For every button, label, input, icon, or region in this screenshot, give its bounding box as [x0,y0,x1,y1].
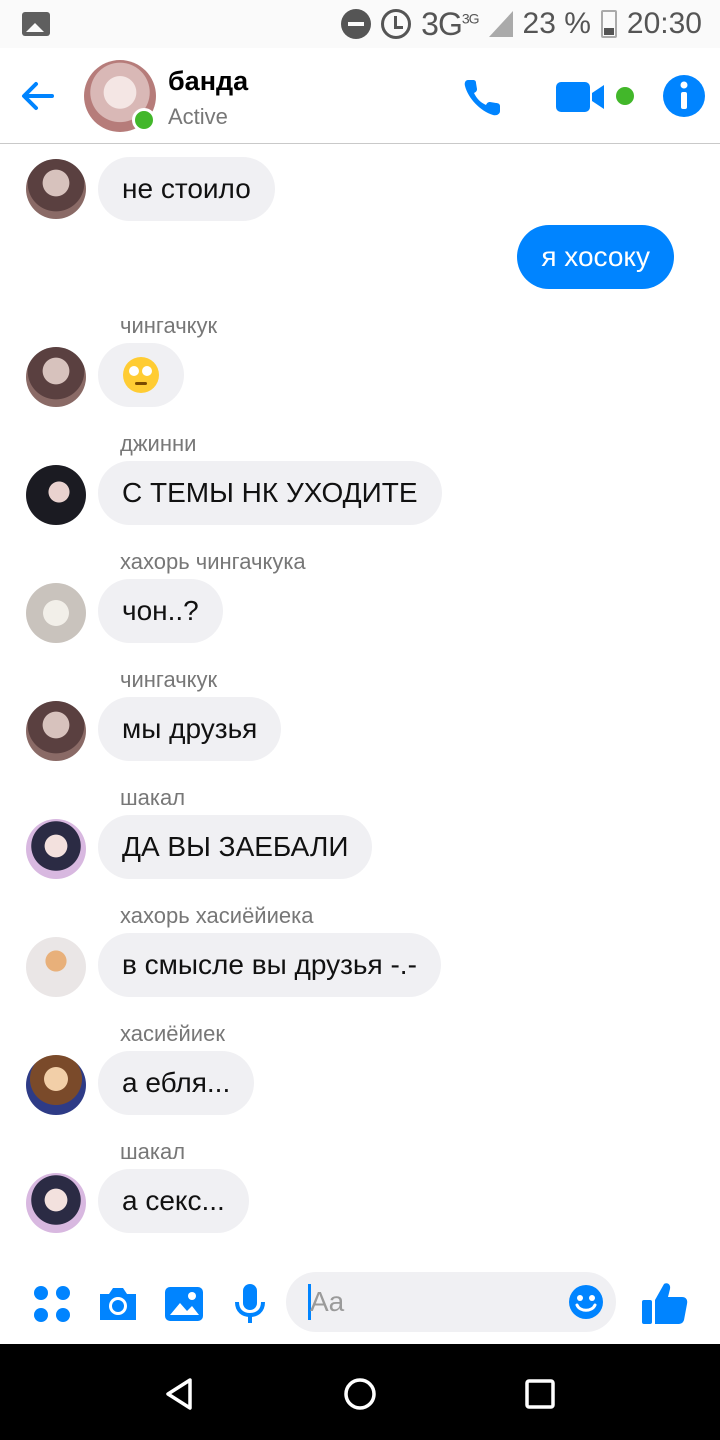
info-icon[interactable] [662,74,706,118]
conversation-status: Active [168,104,228,129]
sender-avatar[interactable] [26,583,86,643]
emoji-message-bubble[interactable] [98,343,184,407]
message-bubble[interactable]: а ебля... [98,1051,255,1115]
emoji-picker-icon[interactable] [568,1284,604,1320]
sender-avatar[interactable] [26,1173,86,1233]
sender-avatar[interactable] [26,937,86,997]
battery-percent: 23 % [522,7,591,40]
sender-name: чингачкук [120,667,218,692]
conversation-title[interactable]: банда [168,66,248,97]
message-bubble[interactable]: в смысле вы друзья -.- [98,933,441,997]
sender-name: хахорь хасиёйиека [120,903,314,928]
thumbs-up-icon[interactable] [640,1278,690,1328]
status-icons: 3G3G 23 % 20:30 [341,6,702,42]
gallery-notification-icon [22,12,50,36]
message-bubble[interactable]: чон..? [98,579,223,643]
nav-back-icon[interactable] [160,1374,200,1414]
sender-avatar[interactable] [26,1055,86,1115]
nav-recents-icon[interactable] [520,1374,560,1414]
camera-icon[interactable] [96,1282,140,1326]
rolling-eyes-emoji-icon [123,357,159,393]
message-bubble[interactable]: а секс... [98,1169,249,1233]
sender-name: шакал [120,1139,186,1164]
sender-avatar[interactable] [26,701,86,761]
message-composer [0,1264,720,1344]
do-not-disturb-icon [341,9,372,39]
message-bubble-outgoing[interactable]: я хосоку [517,225,674,289]
sender-avatar[interactable] [26,347,86,407]
sender-name: чингачкук [120,313,218,338]
sender-name: шакал [120,785,186,810]
message-bubble[interactable]: мы друзья [98,697,282,761]
conversation-header: банда Active [0,48,720,144]
video-active-dot [616,87,634,105]
alarm-icon [381,9,412,39]
gallery-icon[interactable] [162,1282,206,1326]
message-bubble[interactable]: ДА ВЫ ЗАЕБАЛИ [98,815,373,879]
sender-avatar[interactable] [26,159,86,219]
status-bar: 3G3G 23 % 20:30 [0,0,720,48]
sender-name: джинни [120,431,197,456]
microphone-icon[interactable] [228,1282,272,1326]
more-apps-icon[interactable] [30,1282,74,1326]
sender-avatar[interactable] [26,465,86,525]
video-call-icon[interactable] [556,80,606,114]
sender-name: хасиёйиек [120,1021,225,1046]
message-input-pill[interactable] [286,1272,616,1332]
sender-avatar[interactable] [26,819,86,879]
nav-home-icon[interactable] [340,1374,380,1414]
message-list[interactable]: не стоило я хосоку чингачкук джинни С ТЕ… [0,145,720,1263]
battery-icon [600,10,617,38]
network-type: 3G3G [421,5,479,42]
signal-icon [488,11,513,37]
clock: 20:30 [626,7,702,40]
sender-name: хахорь чингачкука [120,549,306,574]
system-navigation-bar [0,1344,720,1440]
message-input[interactable] [310,1282,550,1322]
active-status-dot [132,108,156,132]
phone-call-icon[interactable] [460,74,506,120]
back-arrow-icon[interactable] [18,76,58,116]
message-bubble[interactable]: не стоило [98,157,275,221]
message-bubble[interactable]: С ТЕМЫ НК УХОДИТЕ [98,461,442,525]
